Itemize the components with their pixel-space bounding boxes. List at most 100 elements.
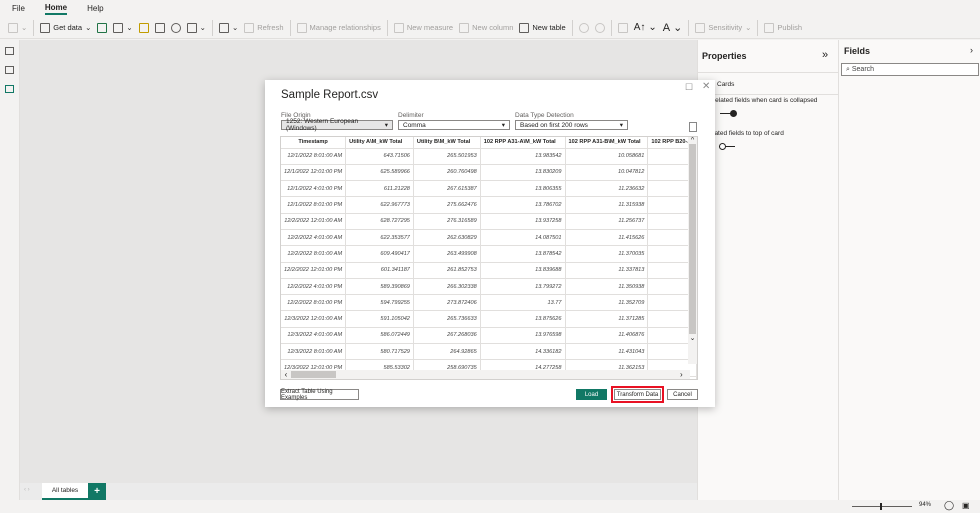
table-cell: 643.71506 [345,148,414,165]
recent-sources-button[interactable]: ⌄ [186,22,206,33]
cancel-button[interactable]: Cancel [667,389,698,400]
menu-file[interactable]: File [12,4,25,13]
new-measure-label: New measure [406,23,454,32]
refresh-button[interactable]: Refresh [244,22,284,33]
refresh-preview-icon[interactable] [689,122,697,132]
get-data-button[interactable]: Get data ⌄ [40,22,91,33]
language-button[interactable]: A↑ ⌄ [634,22,657,33]
fit-page-icon[interactable]: ▣ [962,501,970,510]
dataverse-button[interactable]: ⌄ [113,22,133,33]
table-row: 12/2/2022 8:01:00 AM 609.490417 263.499908… [281,245,697,263]
sensitivity-button[interactable]: Sensitivity ⌄ [695,22,751,33]
delimiter-select[interactable]: Comma ▾ [398,120,510,130]
table-cell: 589.390869 [345,278,414,296]
publish-button[interactable]: Publish [764,22,802,33]
collapse-icon[interactable]: » [822,49,828,61]
report-view-icon[interactable] [5,47,14,55]
table-cell: 13.878542 [480,245,566,263]
manage-relationships-button[interactable]: Manage relationships [296,22,381,33]
toggle-on[interactable] [720,110,737,117]
paste-button[interactable]: ⌄ [8,22,27,33]
table-cell: 13.937258 [480,213,566,230]
new-table-button[interactable]: New table [519,22,566,33]
menu-bar: File Home Help [0,0,980,17]
scroll-thumb[interactable] [689,144,696,334]
table-cell: 264.92865 [413,343,481,361]
menu-home[interactable]: Home [44,3,68,15]
table-cell: 594.799255 [345,294,414,312]
chevron-down-icon: ▾ [619,122,623,129]
file-origin-select[interactable]: 1252: Western European (Windows) ▾ [281,118,393,132]
menu-help[interactable]: Help [87,4,103,13]
detection-label: Data Type Detection [515,112,574,119]
ribbon-toolbar: ⌄ Get data ⌄ ⌄ ⌄ ⌄ Refresh Manage relatio… [0,17,980,39]
person-view-icon [594,22,605,33]
zoom-slider[interactable] [852,503,912,510]
table-cell: 11.236632 [565,180,649,198]
fields-title: Fields [844,46,871,56]
refresh-icon [244,22,255,33]
table-cell: 11.371285 [565,310,649,328]
scroll-thumb[interactable] [291,371,336,378]
table-cell: 11.415626 [565,229,649,247]
table-cell: 12/3/2022 4:01:00 AM [281,327,347,345]
sql-button[interactable] [138,22,149,33]
model-view-icon[interactable] [5,85,14,93]
fit-icon[interactable]: ◯ [944,500,954,511]
properties-title: Properties [702,51,747,61]
table-cell: 591.105042 [345,310,414,328]
search-input[interactable]: ⌕ Search [841,63,979,76]
recent-icon [186,22,197,33]
table-cell: 622.353577 [345,229,414,247]
table-icon [519,22,530,33]
cards-section[interactable]: Cards [717,81,734,88]
table-row: 12/3/2022 12:01:00 AM 591.105042 265.73663… [281,310,697,328]
table-cell: 12/3/2022 8:01:00 AM [281,343,347,361]
table-cell: 265.501953 [413,148,481,165]
datahub-button[interactable] [170,22,181,33]
edit-table-icon [218,22,229,33]
new-column-label: New column [472,23,514,32]
table-cell: 12/1/2022 12:01:00 PM [281,164,347,182]
table-cell: 262.630829 [413,229,481,247]
excel-button[interactable] [97,22,108,33]
table-cell: 275.662476 [413,196,481,214]
vertical-scrollbar[interactable]: ^ ⌄ [688,137,697,364]
column-header[interactable]: 102 RPP A31-B\M_kW Total [565,137,649,149]
table-cell: 14.087501 [480,229,566,247]
extract-table-button[interactable]: Extract Table Using Examples [280,389,359,401]
csv-import-dialog: ☐ ✕ Sample Report.csv File Origin 1252: … [265,80,715,407]
column-header[interactable]: 102 RPP A31-A\M_kW Total [480,137,566,149]
chevron-right-icon[interactable]: › [970,45,973,55]
new-measure-button[interactable]: New measure [393,22,454,33]
shield-icon [695,22,706,33]
add-tab-button[interactable]: + [88,483,106,500]
load-button[interactable]: Load [576,389,607,400]
enter-data-button[interactable] [154,22,165,33]
font-button[interactable]: A ⌄ [663,21,683,35]
manage-roles-button[interactable] [578,22,589,33]
toggle-off[interactable] [719,143,735,150]
data-view-icon[interactable] [5,66,14,74]
table-cell: 263.499908 [413,245,481,263]
table-cell: 11.350938 [565,278,649,296]
view-as-button[interactable] [594,22,605,33]
maximize-icon[interactable]: ☐ [685,82,693,93]
detection-select[interactable]: Based on first 200 rows ▾ [515,120,628,130]
search-placeholder: Search [851,66,875,73]
close-icon[interactable]: ✕ [702,81,710,92]
transform-data-button[interactable]: Transform Data [614,389,661,400]
column-header[interactable]: Timestamp [281,137,347,149]
tab-all-tables[interactable]: All tables [42,483,88,500]
new-column-button[interactable]: New column [459,22,514,33]
option-label: lated fields to top of card [713,130,784,137]
horizontal-scrollbar[interactable]: ‹ › [281,370,690,379]
table-cell: 13.875626 [480,310,566,328]
column-header[interactable]: Utility A\M_kW Total [345,137,414,149]
column-header[interactable]: Utility B\M_kW Total [413,137,481,149]
divider [33,19,35,36]
transform-button[interactable]: ⌄ [218,22,238,33]
excel-icon [97,22,108,33]
tab-scroll-icon[interactable]: ‹ › [24,487,30,493]
qa-setup-button[interactable] [617,22,628,33]
